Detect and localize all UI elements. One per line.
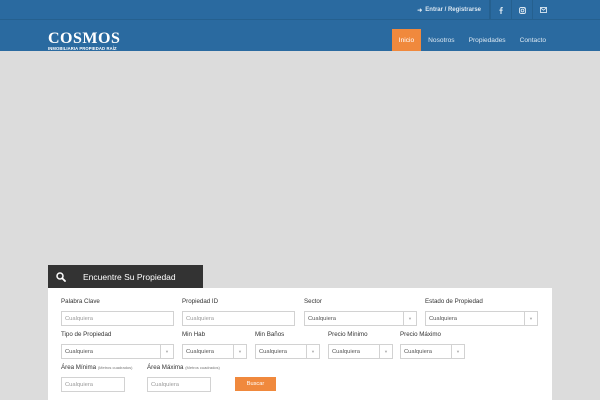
chevron-down-icon: ▼ [451,345,464,358]
type-select[interactable]: Cualquiera ▼ [61,344,174,359]
min-baths-label: Min Baños [255,331,285,338]
nav-item-contacto[interactable]: Contacto [513,29,553,51]
chevron-down-icon: ▼ [524,312,537,325]
nav-item-propiedades[interactable]: Propiedades [462,29,513,51]
search-icon [48,265,74,288]
login-label: Entrar / Registrarse [425,7,481,13]
search-button[interactable]: Buscar [235,377,276,391]
min-rooms-label: Min Hab [182,331,206,338]
min-area-unit: (Metros cuadrados) [97,365,133,370]
hero-banner [0,51,600,289]
type-label: Tipo de Propiedad [61,331,112,338]
main-nav: Inicio Nosotros Propiedades Contacto [391,29,553,51]
min-area-input[interactable]: Cualquiera [61,377,125,392]
status-value: Cualquiera [429,315,458,322]
nav-item-nosotros[interactable]: Nosotros [421,29,461,51]
max-area-label: Área Máxima (Metros cuadrados) [147,364,220,371]
min-price-label: Precio Mínimo [328,331,368,338]
status-label: Estado de Propiedad [425,298,483,305]
min-price-value: Cualquiera [332,348,361,355]
search-title: Encuentre Su Propiedad [83,271,176,282]
search-tab: Encuentre Su Propiedad [48,265,203,288]
chevron-down-icon: ▼ [160,345,173,358]
top-bar: ➜ Entrar / Registrarse [0,0,600,20]
status-select[interactable]: Cualquiera ▼ [425,311,538,326]
login-link[interactable]: ➜ Entrar / Registrarse [409,0,490,20]
chevron-down-icon: ▼ [403,312,416,325]
property-id-label: Propiedad ID [182,298,219,305]
site-header: ➜ Entrar / Registrarse COSMOS INMOBILIAR… [0,0,600,51]
chevron-down-icon: ▼ [306,345,319,358]
nav-item-inicio[interactable]: Inicio [391,29,422,51]
min-area-label-text: Área Mínima [61,364,97,371]
sector-value: Cualquiera [308,315,337,322]
site-logo[interactable]: COSMOS INMOBILIARIA PROPIEDAD RAÍZ [48,30,121,52]
property-id-input[interactable]: Cualquiera [182,311,295,326]
max-price-select[interactable]: Cualquiera ▼ [400,344,465,359]
min-rooms-select[interactable]: Cualquiera ▼ [182,344,247,359]
min-baths-select[interactable]: Cualquiera ▼ [255,344,320,359]
keyword-label: Palabra Clave [61,298,100,305]
min-area-label: Área Mínima (Metros cuadrados) [61,364,133,371]
chevron-down-icon: ▼ [233,345,246,358]
max-area-label-text: Área Máxima [147,364,184,371]
search-form: Palabra Clave Cualquiera Propiedad ID Cu… [48,288,552,400]
min-rooms-value: Cualquiera [186,348,215,355]
logo-text: COSMOS [48,30,121,47]
type-value: Cualquiera [65,348,94,355]
max-price-value: Cualquiera [404,348,433,355]
keyword-input[interactable]: Cualquiera [61,311,174,326]
instagram-icon[interactable] [511,0,532,20]
sector-select[interactable]: Cualquiera ▼ [304,311,417,326]
sector-label: Sector [304,298,322,305]
sign-in-icon: ➜ [417,7,423,14]
max-price-label: Precio Máximo [400,331,441,338]
max-area-input[interactable]: Cualquiera [147,377,211,392]
min-price-select[interactable]: Cualquiera ▼ [328,344,393,359]
min-baths-value: Cualquiera [259,348,288,355]
max-area-unit: (Metros cuadrados) [185,365,220,370]
chevron-down-icon: ▼ [379,345,392,358]
mail-icon[interactable] [532,0,553,20]
facebook-icon[interactable] [490,0,511,20]
